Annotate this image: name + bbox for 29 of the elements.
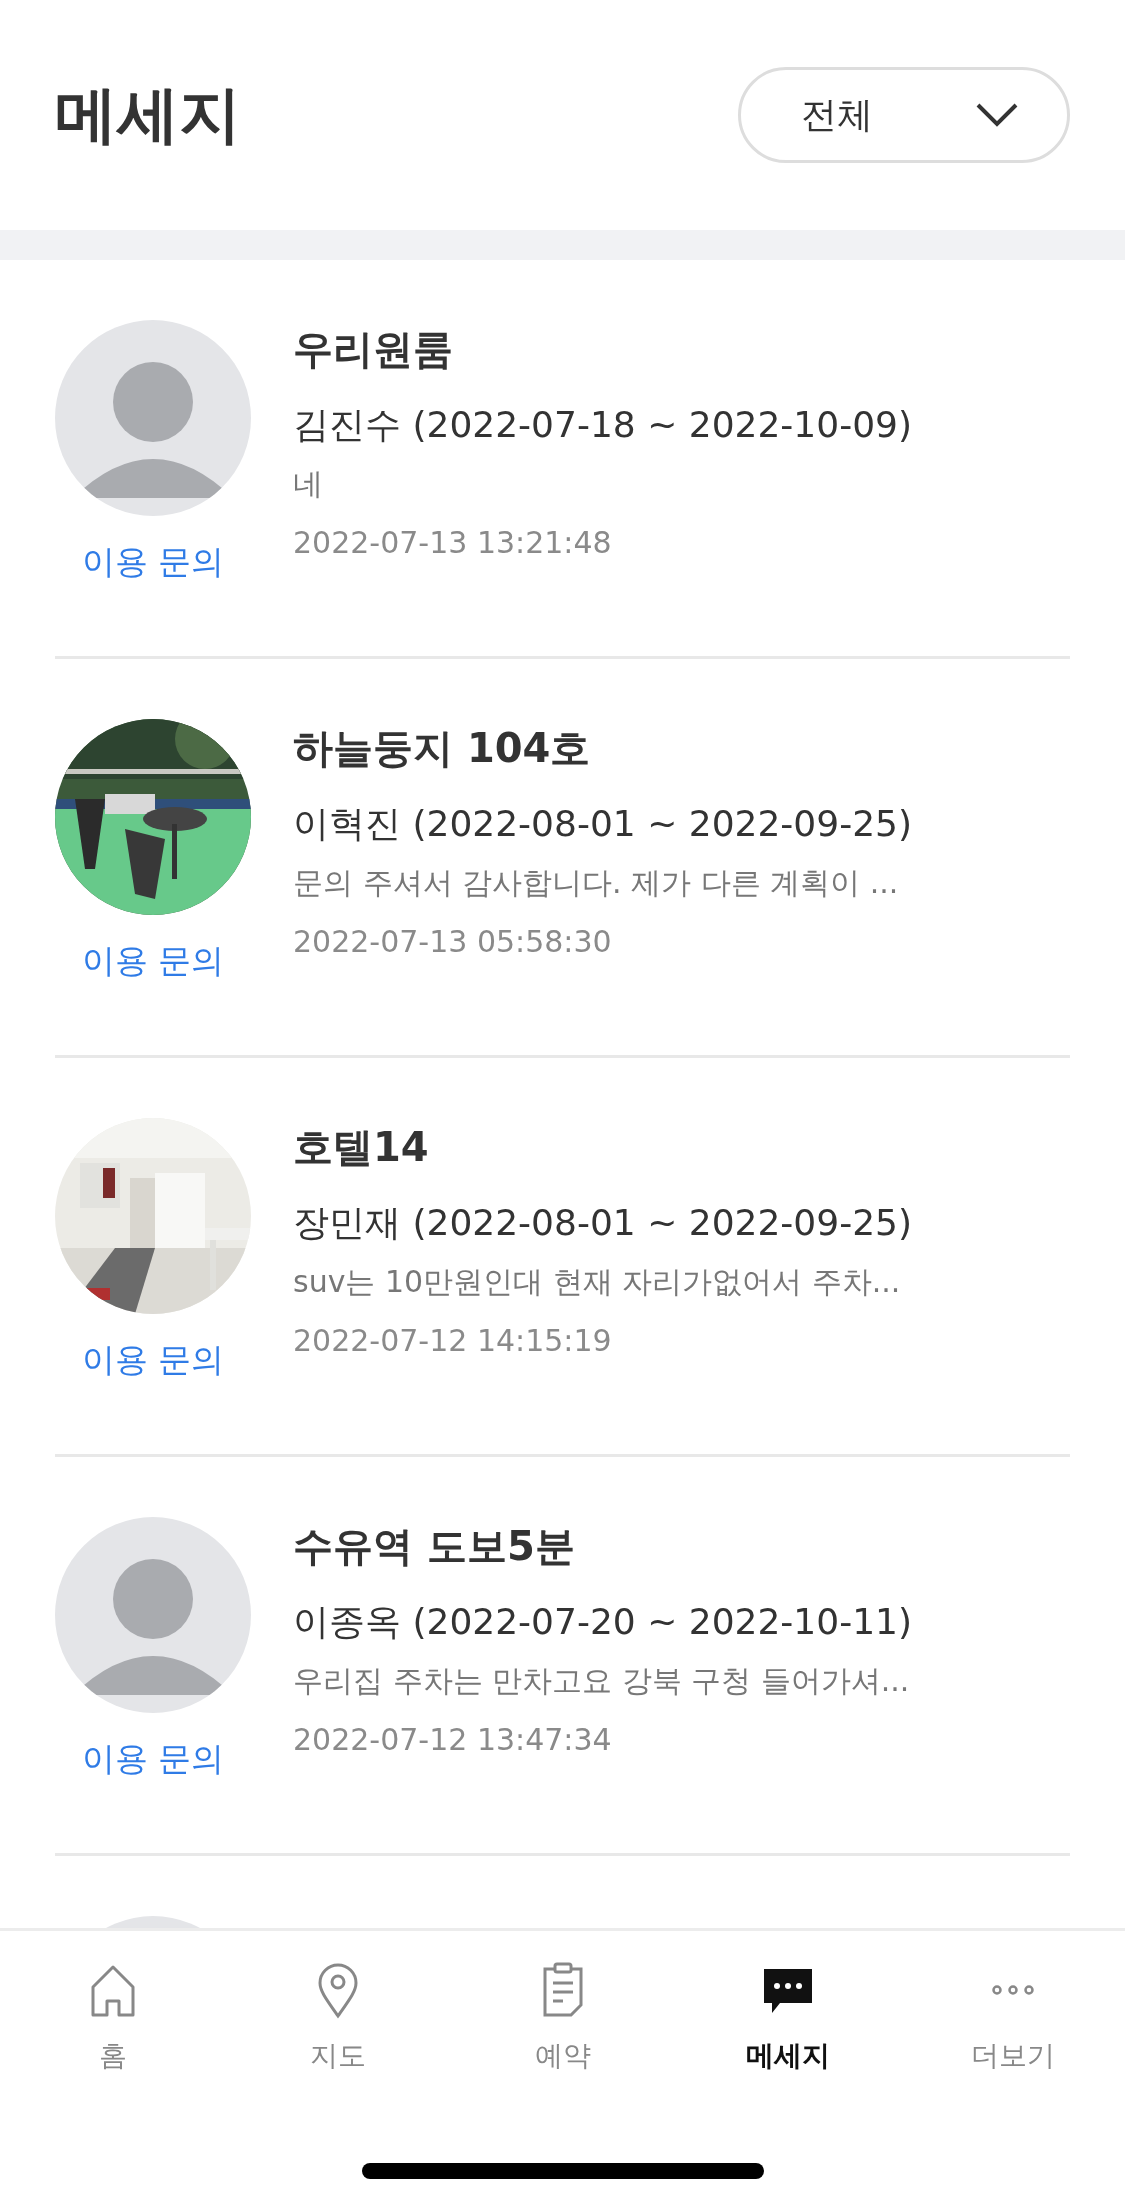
listing-title: 우리원룸: [293, 325, 454, 374]
tab[interactable]: 지도: [225, 1931, 450, 2111]
inquiry-link[interactable]: 이용 문의: [81, 540, 225, 585]
inquiry-link[interactable]: 이용 문의: [81, 939, 225, 984]
message-time: 2022-07-12 14:15:19: [293, 1323, 613, 1358]
message-preview: 문의 주셔서 감사합니다. 제가 다른 계획이 ...: [293, 864, 900, 902]
filter-dropdown[interactable]: 전체: [738, 67, 1070, 163]
message-preview: suv는 10만원인대 현재 자리가없어서 주차...: [293, 1263, 902, 1301]
tab[interactable]: 예약: [450, 1931, 675, 2111]
message-time: 2022-07-13 05:58:30: [293, 924, 613, 959]
inquiry-link[interactable]: 이용 문의: [81, 1737, 225, 1782]
message-preview: 우리집 주차는 만차고요 강북 구청 들어가셔...: [293, 1662, 911, 1700]
chevron-down-icon: [975, 102, 1019, 128]
message-time: 2022-07-13 13:21:48: [293, 525, 613, 560]
listing-title: 하늘둥지 104호: [293, 724, 592, 773]
guest-dates: 이혁진 (2022-08-01 ~ 2022-09-25): [293, 802, 912, 846]
tab[interactable]: 메세지: [675, 1931, 900, 2111]
guest-dates: 장민재 (2022-08-01 ~ 2022-09-25): [293, 1201, 912, 1245]
tab[interactable]: 더보기: [900, 1931, 1125, 2111]
message-preview: 네: [293, 465, 324, 503]
guest-dates: 김진수 (2022-07-18 ~ 2022-10-09): [293, 403, 912, 447]
more-icon: [991, 1985, 1034, 1995]
guest-dates: 이종옥 (2022-07-20 ~ 2022-10-11): [293, 1600, 912, 1644]
page-title: 메세지: [55, 77, 241, 153]
listing-title: 호텔14: [293, 1123, 430, 1172]
listing-title: 수유역 도보5분: [293, 1522, 576, 1571]
tab[interactable]: 홈: [0, 1931, 225, 2111]
message-time: 2022-07-12 13:47:34: [293, 1722, 613, 1757]
inquiry-link[interactable]: 이용 문의: [81, 1338, 225, 1383]
